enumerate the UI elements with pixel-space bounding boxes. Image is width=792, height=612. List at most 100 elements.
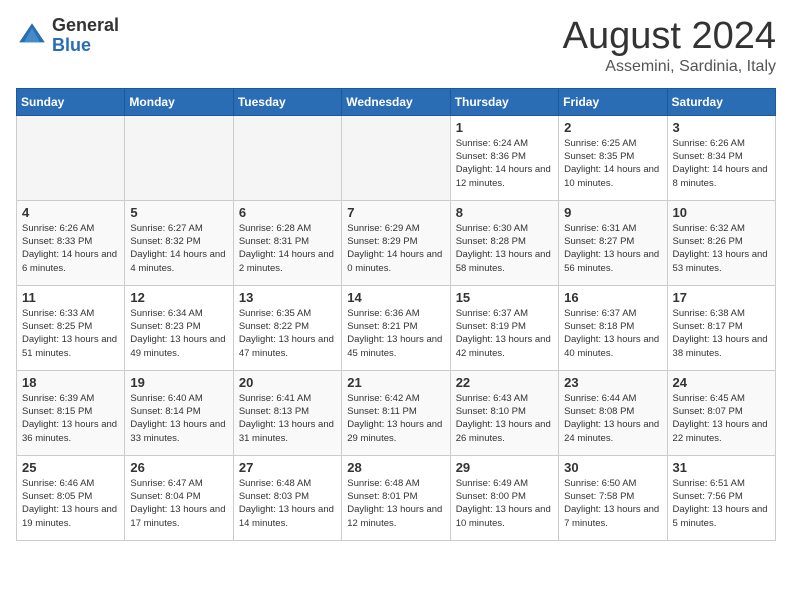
day-info: Sunrise: 6:32 AMSunset: 8:26 PMDaylight:… [673, 222, 770, 275]
day-info: Sunrise: 6:48 AMSunset: 8:03 PMDaylight:… [239, 477, 336, 530]
day-info: Sunrise: 6:46 AMSunset: 8:05 PMDaylight:… [22, 477, 119, 530]
day-info: Sunrise: 6:34 AMSunset: 8:23 PMDaylight:… [130, 307, 227, 360]
day-cell-13: 13Sunrise: 6:35 AMSunset: 8:22 PMDayligh… [233, 285, 341, 370]
week-row-2: 4 Sunrise: 6:26 AMSunset: 8:33 PMDaylight… [17, 200, 776, 285]
weekday-header-sunday: Sunday [17, 88, 125, 115]
day-info: Sunrise: 6:44 AMSunset: 8:08 PMDaylight:… [564, 392, 661, 445]
day-info: Sunrise: 6:30 AMSunset: 8:28 PMDaylight:… [456, 222, 553, 275]
day-number: 30 [564, 460, 661, 475]
day-number: 6 [239, 205, 336, 220]
day-number: 26 [130, 460, 227, 475]
day-number: 14 [347, 290, 444, 305]
day-cell-20: 20 Sunrise: 6:41 AMSunset: 8:13 PMDayligh… [233, 370, 341, 455]
weekday-header-saturday: Saturday [667, 88, 775, 115]
day-number: 28 [347, 460, 444, 475]
day-info: Sunrise: 6:36 AMSunset: 8:21 PMDaylight:… [347, 307, 444, 360]
day-number: 16 [564, 290, 661, 305]
day-number: 25 [22, 460, 119, 475]
day-cell-7: 7 Sunrise: 6:29 AMSunset: 8:29 PMDaylight… [342, 200, 450, 285]
weekday-header-wednesday: Wednesday [342, 88, 450, 115]
day-info: Sunrise: 6:49 AMSunset: 8:00 PMDaylight:… [456, 477, 553, 530]
empty-cell [342, 115, 450, 200]
day-number: 29 [456, 460, 553, 475]
day-cell-5: 5Sunrise: 6:27 AMSunset: 8:32 PMDaylight… [125, 200, 233, 285]
title-block: August 2024 Assemini, Sardinia, Italy [563, 16, 776, 76]
day-cell-26: 26 Sunrise: 6:47 AMSunset: 8:04 PMDayligh… [125, 455, 233, 540]
day-number: 20 [239, 375, 336, 390]
day-cell-28: 28 Sunrise: 6:48 AMSunset: 8:01 PMDayligh… [342, 455, 450, 540]
day-cell-19: 19Sunrise: 6:40 AMSunset: 8:14 PMDayligh… [125, 370, 233, 455]
day-cell-4: 4 Sunrise: 6:26 AMSunset: 8:33 PMDaylight… [17, 200, 125, 285]
day-cell-14: 14 Sunrise: 6:36 AMSunset: 8:21 PMDayligh… [342, 285, 450, 370]
week-row-4: 18 Sunrise: 6:39 AMSunset: 8:15 PMDayligh… [17, 370, 776, 455]
day-info: Sunrise: 6:28 AMSunset: 8:31 PMDaylight:… [239, 222, 336, 275]
day-number: 31 [673, 460, 770, 475]
day-number: 18 [22, 375, 119, 390]
day-cell-17: 17 Sunrise: 6:38 AMSunset: 8:17 PMDayligh… [667, 285, 775, 370]
day-info: Sunrise: 6:48 AMSunset: 8:01 PMDaylight:… [347, 477, 444, 530]
week-row-5: 25 Sunrise: 6:46 AMSunset: 8:05 PMDayligh… [17, 455, 776, 540]
day-number: 12 [130, 290, 227, 305]
day-cell-24: 24 Sunrise: 6:45 AMSunset: 8:07 PMDayligh… [667, 370, 775, 455]
day-info: Sunrise: 6:45 AMSunset: 8:07 PMDaylight:… [673, 392, 770, 445]
day-cell-22: 22 Sunrise: 6:43 AMSunset: 8:10 PMDayligh… [450, 370, 558, 455]
day-info: Sunrise: 6:50 AMSunset: 7:58 PMDaylight:… [564, 477, 661, 530]
day-info: Sunrise: 6:26 AMSunset: 8:33 PMDaylight:… [22, 222, 119, 275]
day-cell-31: 31 Sunrise: 6:51 AMSunset: 7:56 PMDayligh… [667, 455, 775, 540]
location: Assemini, Sardinia, Italy [563, 58, 776, 76]
day-cell-6: 6 Sunrise: 6:28 AMSunset: 8:31 PMDaylight… [233, 200, 341, 285]
month-year: August 2024 [563, 16, 776, 58]
day-info: Sunrise: 6:47 AMSunset: 8:04 PMDaylight:… [130, 477, 227, 530]
day-number: 13 [239, 290, 336, 305]
empty-cell [233, 115, 341, 200]
logo-icon [16, 20, 48, 52]
day-number: 9 [564, 205, 661, 220]
day-cell-25: 25 Sunrise: 6:46 AMSunset: 8:05 PMDayligh… [17, 455, 125, 540]
day-number: 10 [673, 205, 770, 220]
day-number: 7 [347, 205, 444, 220]
weekday-header-monday: Monday [125, 88, 233, 115]
day-number: 22 [456, 375, 553, 390]
day-cell-16: 16 Sunrise: 6:37 AMSunset: 8:18 PMDayligh… [559, 285, 667, 370]
empty-cell [17, 115, 125, 200]
weekday-header-friday: Friday [559, 88, 667, 115]
day-info: Sunrise: 6:43 AMSunset: 8:10 PMDaylight:… [456, 392, 553, 445]
calendar-table: SundayMondayTuesdayWednesdayThursdayFrid… [16, 88, 776, 541]
logo-text: General Blue [52, 16, 119, 56]
weekday-header-thursday: Thursday [450, 88, 558, 115]
day-number: 24 [673, 375, 770, 390]
empty-cell [125, 115, 233, 200]
day-cell-27: 27 Sunrise: 6:48 AMSunset: 8:03 PMDayligh… [233, 455, 341, 540]
page-header: General Blue August 2024 Assemini, Sardi… [16, 16, 776, 76]
day-number: 8 [456, 205, 553, 220]
day-cell-21: 21Sunrise: 6:42 AMSunset: 8:11 PMDayligh… [342, 370, 450, 455]
day-info: Sunrise: 6:39 AMSunset: 8:15 PMDaylight:… [22, 392, 119, 445]
day-cell-11: 11Sunrise: 6:33 AMSunset: 8:25 PMDayligh… [17, 285, 125, 370]
day-number: 1 [456, 120, 553, 135]
day-number: 17 [673, 290, 770, 305]
day-cell-2: 2Sunrise: 6:25 AMSunset: 8:35 PMDaylight… [559, 115, 667, 200]
logo-blue: Blue [52, 36, 119, 56]
day-info: Sunrise: 6:40 AMSunset: 8:14 PMDaylight:… [130, 392, 227, 445]
day-info: Sunrise: 6:41 AMSunset: 8:13 PMDaylight:… [239, 392, 336, 445]
day-cell-8: 8 Sunrise: 6:30 AMSunset: 8:28 PMDaylight… [450, 200, 558, 285]
day-cell-1: 1 Sunrise: 6:24 AMSunset: 8:36 PMDaylight… [450, 115, 558, 200]
logo-general: General [52, 16, 119, 36]
day-info: Sunrise: 6:37 AMSunset: 8:18 PMDaylight:… [564, 307, 661, 360]
day-info: Sunrise: 6:29 AMSunset: 8:29 PMDaylight:… [347, 222, 444, 275]
day-cell-15: 15Sunrise: 6:37 AMSunset: 8:19 PMDayligh… [450, 285, 558, 370]
day-info: Sunrise: 6:24 AMSunset: 8:36 PMDaylight:… [456, 137, 553, 190]
day-info: Sunrise: 6:26 AMSunset: 8:34 PMDaylight:… [673, 137, 770, 190]
day-info: Sunrise: 6:37 AMSunset: 8:19 PMDaylight:… [456, 307, 553, 360]
day-info: Sunrise: 6:33 AMSunset: 8:25 PMDaylight:… [22, 307, 119, 360]
day-number: 4 [22, 205, 119, 220]
day-cell-29: 29 Sunrise: 6:49 AMSunset: 8:00 PMDayligh… [450, 455, 558, 540]
day-info: Sunrise: 6:38 AMSunset: 8:17 PMDaylight:… [673, 307, 770, 360]
day-cell-30: 30 Sunrise: 6:50 AMSunset: 7:58 PMDayligh… [559, 455, 667, 540]
week-row-1: 1 Sunrise: 6:24 AMSunset: 8:36 PMDaylight… [17, 115, 776, 200]
day-cell-12: 12 Sunrise: 6:34 AMSunset: 8:23 PMDayligh… [125, 285, 233, 370]
day-cell-9: 9Sunrise: 6:31 AMSunset: 8:27 PMDaylight… [559, 200, 667, 285]
day-info: Sunrise: 6:51 AMSunset: 7:56 PMDaylight:… [673, 477, 770, 530]
day-info: Sunrise: 6:42 AMSunset: 8:11 PMDaylight:… [347, 392, 444, 445]
day-number: 27 [239, 460, 336, 475]
